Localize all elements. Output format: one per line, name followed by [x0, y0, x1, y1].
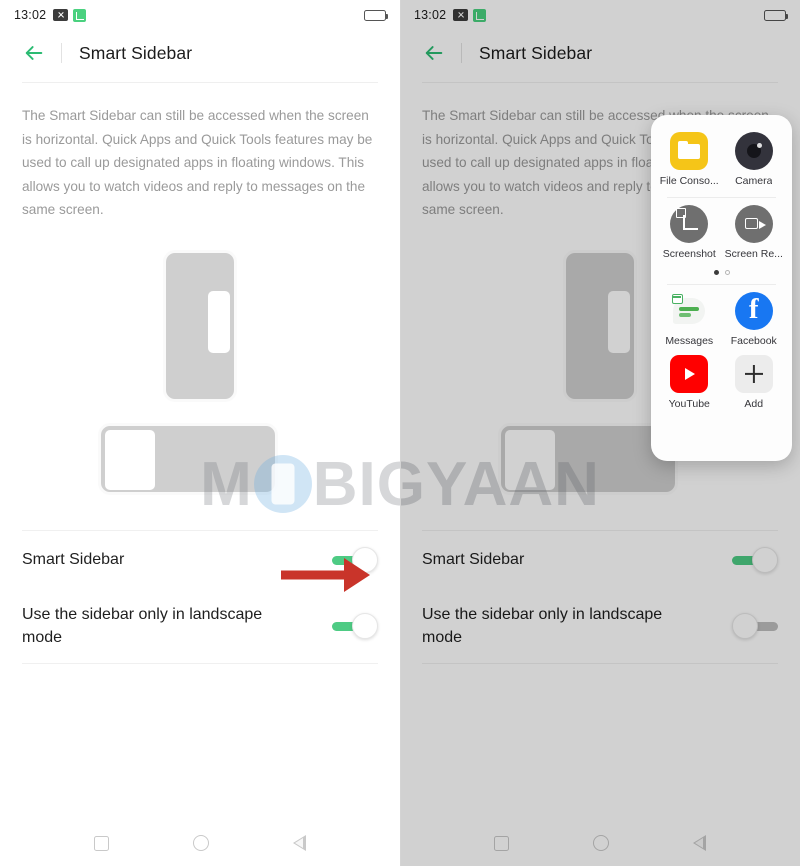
page-dot-inactive	[724, 270, 730, 275]
back-triangle-icon[interactable]	[293, 835, 306, 851]
screenshot-icon	[670, 205, 709, 243]
app-label: File Conso...	[659, 175, 719, 187]
toggle-landscape-only[interactable]	[732, 612, 778, 639]
app-item-youtube[interactable]: YouTube	[657, 350, 722, 413]
status-time: 13:02	[14, 8, 47, 22]
back-arrow-icon[interactable]	[422, 42, 446, 64]
navigation-bar-right	[400, 820, 800, 866]
app-label: Add	[744, 398, 764, 410]
back-triangle-icon[interactable]	[693, 835, 706, 851]
setting-row-landscape-only[interactable]: Use the sidebar only in landscape mode	[0, 589, 400, 663]
app-bar-right: Smart Sidebar	[400, 30, 800, 76]
status-right	[764, 9, 789, 21]
home-circle-icon[interactable]	[193, 835, 209, 851]
navigation-bar-left	[0, 820, 400, 866]
setting-label: Use the sidebar only in landscape mode	[22, 605, 263, 646]
app-label: Camera	[735, 175, 773, 187]
recents-square-icon[interactable]	[94, 835, 109, 851]
phone-portrait-illustration	[163, 249, 237, 402]
panel-divider	[400, 0, 401, 866]
smart-sidebar-app-drawer[interactable]: File Conso... Camera Screenshot Screen R…	[651, 115, 792, 461]
list-divider-bottom	[422, 662, 778, 664]
app-bar-left: Smart Sidebar	[0, 30, 400, 76]
battery-low-icon	[764, 9, 789, 21]
settings-list-right: Smart Sidebar Use the sidebar only in la…	[400, 531, 800, 663]
app-label: Facebook	[730, 335, 777, 347]
setting-row-landscape-only[interactable]: Use the sidebar only in landscape mode	[400, 589, 800, 663]
app-item-facebook[interactable]: f Facebook	[722, 287, 787, 350]
messages-icon	[670, 292, 708, 330]
dual-screenshot-comparison: 13:02 Smart Sidebar The Smart Sidebar ca…	[0, 0, 800, 866]
battery-low-icon	[364, 9, 389, 21]
screen-left: 13:02 Smart Sidebar The Smart Sidebar ca…	[0, 0, 400, 866]
add-plus-icon	[734, 355, 773, 393]
phone-landscape-illustration	[98, 422, 278, 495]
list-divider-bottom	[22, 662, 378, 664]
quick-apps-group: File Conso... Camera	[657, 127, 786, 190]
app-item-screen-record[interactable]: Screen Re...	[722, 200, 787, 263]
page-title: Smart Sidebar	[479, 42, 593, 63]
setting-label: Smart Sidebar	[422, 551, 525, 568]
status-right	[364, 9, 389, 21]
no-sim-icon	[453, 9, 469, 21]
app-label: Messages	[665, 335, 714, 347]
signal-icon	[473, 8, 487, 22]
page-title: Smart Sidebar	[79, 42, 193, 63]
screen-right: 13:02 Smart Sidebar The Smart Sidebar ca…	[400, 0, 800, 866]
app-label: YouTube	[668, 398, 710, 410]
facebook-icon: f	[734, 292, 773, 330]
toggle-landscape-only[interactable]	[332, 612, 378, 639]
drawer-separator-1	[667, 197, 776, 198]
app-item-add[interactable]: Add	[722, 350, 787, 413]
setting-row-smart-sidebar[interactable]: Smart Sidebar	[400, 531, 800, 589]
camera-icon	[734, 132, 773, 170]
setting-label: Smart Sidebar	[22, 551, 125, 568]
phone-portrait-illustration	[563, 249, 637, 402]
screen-record-icon	[734, 205, 773, 243]
appbar-rule	[422, 82, 778, 83]
setting-label: Use the sidebar only in landscape mode	[422, 605, 663, 646]
red-arrow-pointing-to-smart-sidebar-toggle	[281, 558, 370, 592]
youtube-icon	[670, 355, 709, 393]
toggle-smart-sidebar[interactable]	[732, 546, 778, 573]
app-item-messages[interactable]: Messages	[657, 287, 722, 350]
app-label: Screenshot	[662, 248, 716, 260]
app-label: Screen Re...	[724, 248, 783, 260]
status-time: 13:02	[414, 8, 447, 22]
page-dot-active	[713, 270, 719, 275]
app-item-screenshot[interactable]: Screenshot	[657, 200, 722, 263]
home-circle-icon[interactable]	[593, 835, 609, 851]
appbar-divider	[61, 43, 62, 63]
status-icons	[53, 8, 87, 22]
drawer-separator-2	[667, 284, 776, 285]
app-item-camera[interactable]: Camera	[722, 127, 787, 190]
description-text: The Smart Sidebar can still be accessed …	[22, 108, 373, 217]
status-icons	[453, 8, 487, 22]
drawer-page-indicator[interactable]	[657, 263, 786, 277]
no-sim-icon	[53, 9, 69, 21]
recents-square-icon[interactable]	[494, 835, 509, 851]
back-arrow-icon[interactable]	[22, 42, 46, 64]
appbar-rule	[22, 82, 378, 83]
appbar-divider	[461, 43, 462, 63]
signal-icon	[73, 8, 87, 22]
sidebar-illustration-left	[0, 240, 400, 530]
file-console-icon	[670, 132, 709, 170]
quick-tools-group: Screenshot Screen Re...	[657, 200, 786, 263]
status-bar-left: 13:02	[0, 0, 400, 30]
app-item-file-console[interactable]: File Conso...	[657, 127, 722, 190]
settings-list-left: Smart Sidebar Use the sidebar only in la…	[0, 531, 400, 663]
recent-apps-group: Messages f Facebook YouTube Add	[657, 287, 786, 413]
status-bar-right: 13:02	[400, 0, 800, 30]
